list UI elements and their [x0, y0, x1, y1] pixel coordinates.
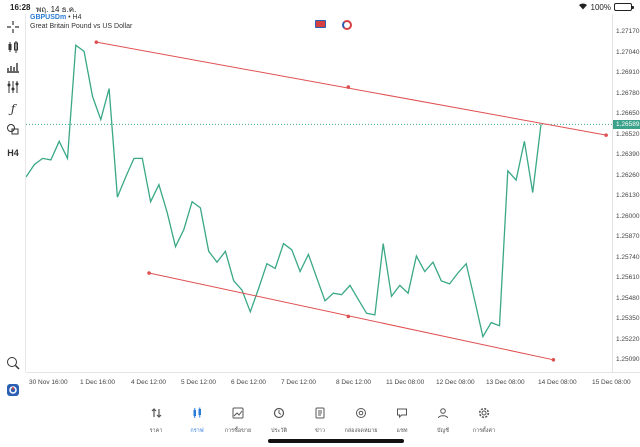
accounts-icon: [437, 405, 449, 424]
price-chart[interactable]: [25, 14, 612, 372]
price-tick-label: 1.26390: [616, 151, 640, 158]
channel-lower-line-anchor[interactable]: [551, 358, 556, 362]
price-tick-label: 1.25350: [616, 315, 640, 322]
status-time: 16:28: [10, 3, 31, 12]
channel-upper-line[interactable]: [96, 41, 607, 136]
nav-item-quotes[interactable]: ราคา: [136, 405, 177, 437]
status-bar: 16:28 พฤ. 14 ธ.ค. 100%: [0, 0, 640, 14]
history-icon: [273, 405, 285, 424]
nav-item-accounts[interactable]: บัญชี: [423, 405, 464, 437]
nav-label: กราฟ: [190, 428, 204, 434]
nav-label: กล่องจดหมาย: [344, 428, 378, 434]
nav-item-history[interactable]: ประวัติ: [259, 405, 300, 437]
current-price-label: 1.26589: [613, 119, 640, 129]
symbol-description: Great Britain Pound vs US Dollar: [30, 23, 133, 30]
price-tick-label: 1.27040: [616, 48, 640, 56]
channel-upper-line-anchor[interactable]: [604, 133, 608, 137]
price-tick-label: 1.26130: [616, 192, 640, 199]
time-tick-label: 11 Dec 08:00: [386, 379, 425, 386]
one-click-trading-icon[interactable]: [342, 20, 352, 30]
chart-icon: [191, 405, 203, 424]
price-tick-label: 1.26520: [616, 130, 640, 138]
price-tick-label: 1.26260: [616, 171, 640, 179]
time-tick-label: 15 Dec 08:00: [592, 379, 631, 386]
nav-item-news[interactable]: ข่าว: [300, 405, 341, 437]
nav-label: การซื้อขาย: [224, 428, 252, 434]
quotes-icon: [150, 405, 162, 424]
nav-label: ประวัติ: [270, 428, 288, 434]
status-indicators: 100%: [578, 2, 634, 12]
symbol-timeframe: H4: [72, 14, 82, 21]
crosshair-icon[interactable]: [4, 18, 22, 36]
channel-upper-line-anchor[interactable]: [346, 85, 351, 89]
battery-percent: 100%: [590, 2, 611, 12]
nav-item-mailbox[interactable]: กล่องจดหมาย: [341, 405, 382, 437]
time-axis: 30 Nov 16:00 1 Dec 16:00 4 Dec 12:00 5 Dec …: [26, 372, 640, 388]
chart-area[interactable]: [25, 14, 612, 372]
trading-signal-icon[interactable]: [4, 381, 22, 399]
mailbox-icon: [355, 405, 367, 424]
price-tick-label: 1.25090: [616, 356, 640, 363]
nav-label: ราคา: [149, 428, 163, 434]
channel-lower-line-anchor[interactable]: [147, 271, 151, 275]
home-indicator: [268, 439, 404, 443]
time-tick-label: 14 Dec 08:00: [538, 379, 577, 386]
zoom-icon[interactable]: [4, 354, 22, 372]
time-tick-label: 13 Dec 08:00: [486, 379, 525, 386]
nav-label: บัญชี: [437, 428, 449, 434]
nav-label: แชท: [396, 428, 408, 434]
price-tick-label: 1.26780: [616, 89, 640, 97]
price-tick-label: 1.26000: [616, 212, 640, 220]
header-badges: [315, 20, 352, 30]
nav-item-trade[interactable]: การซื้อขาย: [218, 405, 259, 437]
wifi-icon: [578, 2, 588, 12]
time-tick-label: 5 Dec 12:00: [181, 379, 217, 386]
price-tick-label: 1.25480: [616, 294, 640, 302]
nav-item-chart[interactable]: กราฟ: [177, 405, 218, 437]
time-tick-label: 6 Dec 12:00: [231, 379, 267, 386]
price-series-line: [25, 43, 542, 339]
time-tick-label: 7 Dec 12:00: [281, 379, 317, 386]
nav-item-settings[interactable]: การตั้งค่า: [464, 405, 505, 437]
time-tick-label: 1 Dec 16:00: [80, 379, 116, 386]
time-tick-label: 30 Nov 16:00: [29, 379, 68, 386]
symbol-name: GBPUSDm: [30, 14, 67, 21]
price-tick-label: 1.27170: [616, 28, 640, 35]
news-icon: [314, 405, 326, 424]
channel-lower-line[interactable]: [148, 272, 554, 361]
price-tick-label: 1.26910: [616, 69, 640, 76]
indicators-icon[interactable]: [4, 58, 22, 76]
nav-item-chat[interactable]: แชท: [382, 405, 423, 437]
time-tick-label: 12 Dec 08:00: [436, 379, 475, 386]
price-tick-label: 1.25740: [616, 253, 640, 261]
settings-icon: [478, 405, 490, 424]
trade-icon: [232, 405, 244, 424]
bottom-nav: ราคา กราฟ การซื้อขาย ประวัติ ข่าว กล่องจดหมาย…: [0, 405, 640, 437]
channel-lower-line-anchor[interactable]: [346, 314, 351, 319]
chart-toolbar: ƒ H4: [0, 14, 26, 372]
nav-label: ข่าว: [315, 428, 325, 434]
time-tick-label: 4 Dec 12:00: [131, 379, 167, 386]
functions-icon[interactable]: ƒ: [4, 100, 22, 118]
battery-icon: [614, 3, 634, 11]
objects-icon[interactable]: [4, 78, 22, 96]
price-axis: 1.27170 1.27040 1.26910 1.26780 1.26650 1.265…: [612, 14, 640, 372]
timeframe-icon[interactable]: H4: [4, 144, 22, 162]
price-tick-label: 1.25610: [616, 274, 640, 281]
channel-upper-line-anchor[interactable]: [94, 40, 99, 44]
candles-icon[interactable]: [4, 38, 22, 56]
price-tick-label: 1.25220: [616, 335, 640, 343]
chart-symbol-title: GBPUSDm • H4: [30, 14, 81, 21]
chat-icon: [396, 405, 408, 424]
price-tick-label: 1.26650: [616, 110, 640, 117]
price-tick-label: 1.25870: [616, 233, 640, 240]
time-tick-label: 8 Dec 12:00: [336, 379, 372, 386]
nav-label: การตั้งค่า: [472, 428, 496, 434]
shapes-icon[interactable]: [4, 120, 22, 138]
market-flag-icon[interactable]: [315, 20, 326, 28]
